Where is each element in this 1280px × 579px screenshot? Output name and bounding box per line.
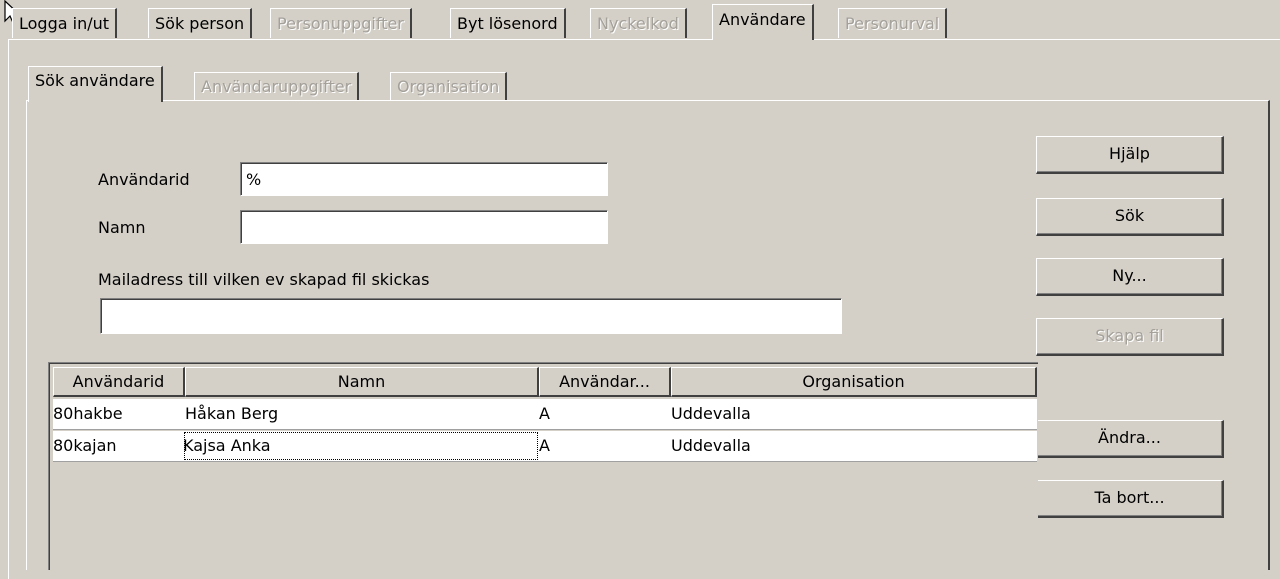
cell-organisation: Uddevalla [671, 404, 751, 423]
table-row[interactable]: 80kajan Kajsa Anka A Uddevalla [53, 431, 1037, 462]
help-button[interactable]: Hjälp [1036, 136, 1224, 174]
column-header-namn[interactable]: Namn [185, 367, 539, 397]
subtab-sok-anvandare[interactable]: Sök användare [28, 66, 163, 102]
cell-anvandarid: 80kajan [53, 436, 117, 455]
tab-anvandare[interactable]: Användare [712, 4, 814, 40]
tab-byt-losenord[interactable]: Byt lösenord [450, 8, 566, 38]
name-label: Namn [98, 218, 146, 237]
tab-nyckelkod[interactable]: Nyckelkod [590, 8, 687, 38]
tab-sok-person[interactable]: Sök person [148, 8, 253, 38]
users-table[interactable]: Användarid Namn Användar... Organisation… [48, 362, 1038, 570]
mail-label: Mailadress till vilken ev skapad fil ski… [98, 270, 430, 289]
column-header-organisation[interactable]: Organisation [671, 367, 1037, 397]
subtab-anvandaruppgifter[interactable]: Användaruppgifter [194, 72, 360, 100]
cell-anvandartyp: A [539, 436, 550, 455]
tab-personurval[interactable]: Personurval [838, 8, 948, 38]
edit-button[interactable]: Ändra... [1036, 420, 1224, 458]
cell-anvandarid: 80hakbe [53, 404, 123, 423]
main-tab-strip: Logga in/ut Sök person Personuppgifter B… [0, 0, 1280, 40]
table-row[interactable]: 80hakbe Håkan Berg A Uddevalla [53, 399, 1037, 430]
create-file-button[interactable]: Skapa fil [1036, 318, 1224, 356]
userid-input[interactable] [240, 162, 608, 196]
cell-namn: Håkan Berg [185, 404, 279, 423]
delete-button[interactable]: Ta bort... [1036, 480, 1224, 518]
tab-logga-in-ut[interactable]: Logga in/ut [12, 8, 118, 38]
cell-organisation: Uddevalla [671, 436, 751, 455]
column-header-anvandartyp[interactable]: Användar... [539, 367, 671, 397]
userid-label: Användarid [98, 170, 190, 189]
subtab-organisation[interactable]: Organisation [390, 72, 508, 100]
name-input[interactable] [240, 210, 608, 244]
tab-personuppgifter[interactable]: Personuppgifter [270, 8, 412, 38]
column-header-anvandarid[interactable]: Användarid [53, 367, 185, 397]
cell-namn: Kajsa Anka [183, 431, 539, 461]
cell-anvandartyp: A [539, 404, 550, 423]
mail-input[interactable] [100, 298, 842, 334]
new-button[interactable]: Ny... [1036, 258, 1224, 296]
search-button[interactable]: Sök [1036, 198, 1224, 236]
